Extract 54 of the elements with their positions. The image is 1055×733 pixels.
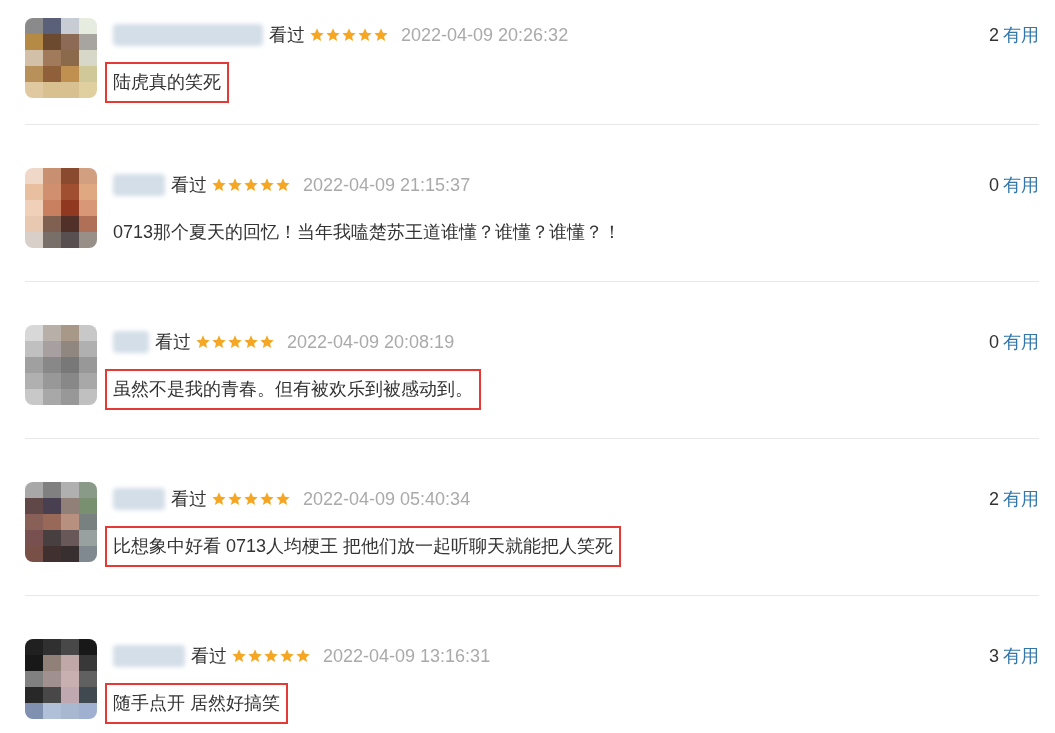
blurred-username bbox=[113, 174, 165, 196]
vote-count: 3 bbox=[989, 644, 999, 668]
watched-status: 看过 bbox=[155, 330, 191, 354]
comment-text: 虽然不是我的青春。但有被欢乐到被感动到。 bbox=[105, 369, 481, 410]
star-icon bbox=[231, 648, 247, 664]
comment-text: 陆虎真的笑死 bbox=[105, 62, 229, 103]
blurred-username bbox=[113, 488, 165, 510]
star-icon bbox=[341, 27, 357, 43]
comment-time: 2022-04-09 21:15:37 bbox=[303, 173, 471, 197]
useful-link[interactable]: 有用 bbox=[1003, 642, 1039, 670]
blurred-username bbox=[113, 645, 185, 667]
star-icon bbox=[259, 177, 275, 193]
watched-status: 看过 bbox=[191, 644, 227, 668]
useful-link[interactable]: 有用 bbox=[1003, 171, 1039, 199]
comment-time: 2022-04-09 20:08:19 bbox=[287, 330, 455, 354]
star-icon bbox=[243, 177, 259, 193]
comment-text: 比想象中好看 0713人均梗王 把他们放一起听聊天就能把人笑死 bbox=[105, 526, 622, 567]
useful-link[interactable]: 有用 bbox=[1003, 485, 1039, 513]
star-icon bbox=[373, 27, 389, 43]
star-icon bbox=[227, 491, 243, 507]
star-icon bbox=[275, 177, 291, 193]
star-icon bbox=[295, 648, 311, 664]
star-icon bbox=[211, 491, 227, 507]
watched-status: 看过 bbox=[171, 173, 207, 197]
star-icon bbox=[227, 334, 243, 350]
star-icon bbox=[211, 334, 227, 350]
useful-link[interactable]: 有用 bbox=[1003, 328, 1039, 356]
vote-count: 0 bbox=[989, 330, 999, 354]
watched-status: 看过 bbox=[171, 487, 207, 511]
star-icon bbox=[243, 334, 259, 350]
star-icon bbox=[259, 491, 275, 507]
star-icon bbox=[259, 334, 275, 350]
comment-time: 2022-04-09 13:16:31 bbox=[323, 644, 491, 668]
star-icon bbox=[357, 27, 373, 43]
comment-time: 2022-04-09 20:26:32 bbox=[401, 23, 569, 47]
star-icon bbox=[211, 177, 227, 193]
watched-status: 看过 bbox=[269, 23, 305, 47]
comment-text: 随手点开 居然好搞笑 bbox=[105, 683, 288, 724]
star-icon bbox=[309, 27, 325, 43]
star-icon bbox=[247, 648, 263, 664]
star-icon bbox=[263, 648, 279, 664]
blurred-username bbox=[113, 331, 149, 353]
comment-text: 0713那个夏天的回忆！当年我嗑楚苏王道谁懂？谁懂？谁懂？！ bbox=[112, 221, 623, 244]
star-icon bbox=[195, 334, 211, 350]
star-icon bbox=[243, 491, 259, 507]
star-icon bbox=[227, 177, 243, 193]
comment-time: 2022-04-09 05:40:34 bbox=[303, 487, 471, 511]
vote-count: 0 bbox=[989, 173, 999, 197]
star-icon bbox=[275, 491, 291, 507]
vote-count: 2 bbox=[989, 23, 999, 47]
vote-count: 2 bbox=[989, 487, 999, 511]
star-icon bbox=[325, 27, 341, 43]
useful-link[interactable]: 有用 bbox=[1003, 21, 1039, 49]
star-icon bbox=[279, 648, 295, 664]
